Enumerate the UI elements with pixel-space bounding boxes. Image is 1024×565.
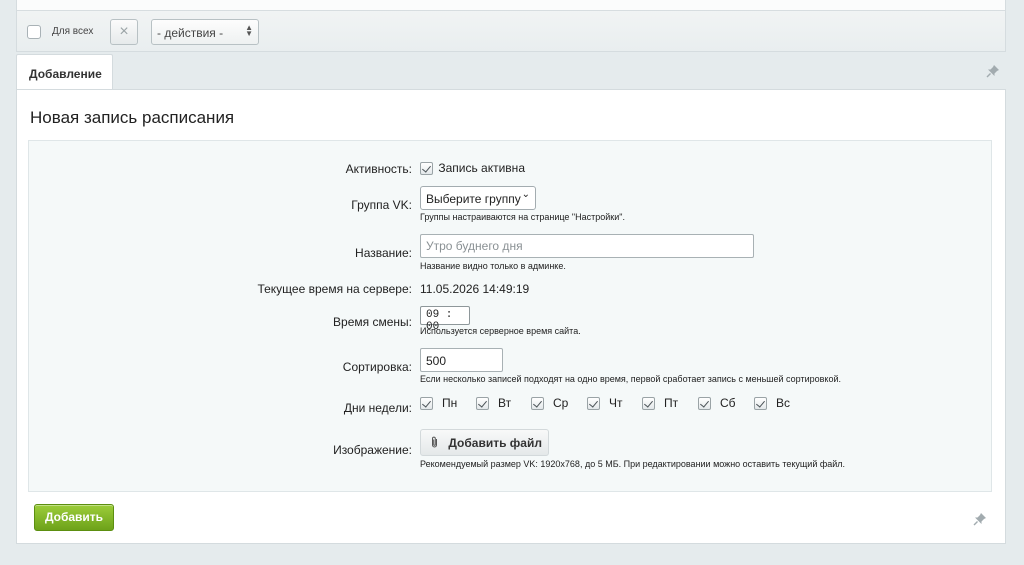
change-time-label: Время смены: <box>333 315 412 329</box>
select-all-label: Для всех <box>52 26 94 37</box>
tab-add-label: Добавление <box>29 67 102 81</box>
weekday-label: Чт <box>609 396 623 410</box>
server-time-label: Текущее время на сервере: <box>257 282 412 296</box>
image-label: Изображение: <box>333 443 412 457</box>
group-hint: Группы настраиваются на странице "Настро… <box>420 212 625 222</box>
actions-select-value: - действия - <box>157 26 224 40</box>
weekday-sun[interactable]: Вс <box>754 396 791 411</box>
group-actions-toolbar: Для всех × - действия - ▲ ▼ <box>16 0 1006 52</box>
image-hint: Рекомендуемый размер VK: 1920x768, до 5 … <box>420 459 846 469</box>
page-title: Новая запись расписания <box>30 108 235 127</box>
change-time-input[interactable]: 09 : 00 <box>420 306 470 333</box>
pin-icon[interactable] <box>986 64 1000 78</box>
weekday-label: Сб <box>720 396 736 410</box>
active-label: Активность: <box>345 162 412 176</box>
add-button[interactable]: Добавить <box>34 504 114 531</box>
name-input[interactable] <box>420 234 754 258</box>
weekday-sat[interactable]: Сб <box>698 396 736 411</box>
weekday-checkbox[interactable] <box>531 397 544 411</box>
name-label: Название: <box>355 246 412 260</box>
tabs-bar: Добавление <box>16 52 1006 91</box>
weekday-wed[interactable]: Ср <box>531 396 569 411</box>
weekday-label: Пт <box>664 396 679 410</box>
sort-input[interactable]: 500 <box>420 348 503 372</box>
weekday-checkbox[interactable] <box>420 397 433 411</box>
weekday-label: Вс <box>776 396 791 410</box>
server-time-value: 11.05.2026 14:49:19 <box>420 282 530 296</box>
select-all-checkbox[interactable] <box>27 25 41 39</box>
weekday-checkbox[interactable] <box>698 397 711 411</box>
active-field: Запись активна <box>420 161 525 176</box>
weekdays-label: Дни недели: <box>343 401 412 415</box>
name-hint: Название видно только в админке. <box>420 261 566 271</box>
updown-arrows-icon: ▲ ▼ <box>245 23 253 38</box>
weekday-mon[interactable]: Пн <box>420 396 458 411</box>
paperclip-icon <box>432 436 437 448</box>
form-box: Активность: Запись активна Группа VK: Вы… <box>28 140 992 492</box>
top-strip <box>17 0 1005 11</box>
weekday-label: Вт <box>498 396 512 410</box>
group-select[interactable]: Выберите группу ⌄ <box>420 186 536 210</box>
weekday-checkbox[interactable] <box>476 397 489 411</box>
add-file-label: Добавить файл <box>448 436 542 450</box>
weekday-fri[interactable]: Пт <box>642 396 679 411</box>
change-time-hint: Используется серверное время сайта. <box>420 326 581 336</box>
pin-icon[interactable] <box>973 512 987 526</box>
active-checkbox-label: Запись активна <box>438 161 525 175</box>
weekday-checkbox[interactable] <box>754 397 767 411</box>
sort-label: Сортировка: <box>342 360 412 374</box>
group-select-value: Выберите группу <box>426 192 521 206</box>
weekday-tue[interactable]: Вт <box>476 396 512 411</box>
weekday-checkbox[interactable] <box>642 397 655 411</box>
tab-add[interactable]: Добавление <box>16 54 113 91</box>
clear-selection-button[interactable]: × <box>110 19 138 45</box>
group-label: Группа VK: <box>351 198 412 212</box>
chevron-down-icon: ⌄ <box>521 189 530 200</box>
close-icon: × <box>119 23 129 40</box>
weekday-label: Ср <box>553 396 569 410</box>
add-file-button[interactable]: Добавить файл <box>420 429 549 456</box>
weekdays-group: Пн Вт Ср Чт Пт Сб Вс <box>420 396 820 412</box>
actions-select[interactable]: - действия - ▲ ▼ <box>151 19 259 45</box>
weekday-label: Пн <box>442 396 458 410</box>
edit-card: Новая запись расписания Активность: Запи… <box>16 89 1006 544</box>
active-checkbox[interactable] <box>420 162 433 176</box>
sort-hint: Если несколько записей подходят на одно … <box>420 374 841 384</box>
weekday-checkbox[interactable] <box>587 397 600 411</box>
weekday-thu[interactable]: Чт <box>587 396 623 411</box>
